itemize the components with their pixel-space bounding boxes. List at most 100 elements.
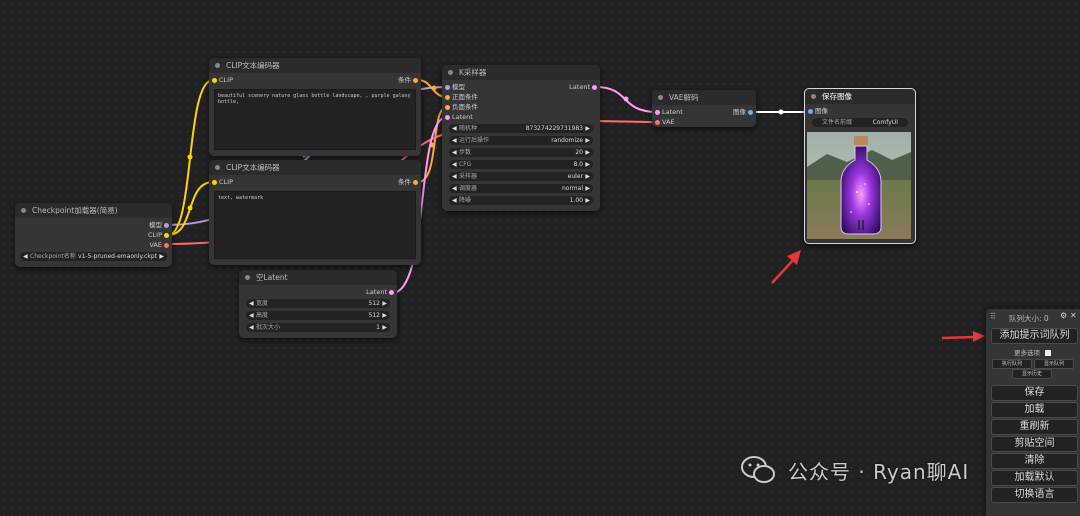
socket-icon[interactable]	[445, 85, 450, 90]
collapse-dot-icon[interactable]	[658, 95, 663, 100]
empty-latent-node[interactable]: 空Latent Latent ◀ 宽度 512 ▶ ◀ 高度 512 ▶ ◀ 批次大小 1 ▶	[239, 270, 397, 338]
widget-value: euler	[567, 173, 583, 180]
collapse-dot-icon[interactable]	[245, 275, 250, 280]
width-widget[interactable]: ◀ 宽度 512 ▶	[246, 299, 390, 308]
input-negative: 负面条件	[452, 103, 478, 111]
save-button[interactable]: 保存	[991, 385, 1078, 401]
node-header[interactable]: 空Latent	[239, 270, 397, 285]
view-history-button[interactable]: 显示历史	[1012, 369, 1052, 379]
node-header[interactable]: K采样器	[442, 65, 600, 80]
arrow-right-icon[interactable]: ▶	[585, 124, 590, 133]
input-clip: CLIP	[219, 76, 233, 84]
checkpoint-loader-node[interactable]: Checkpoint加载器(简易) 模型 CLIP VAE ◀ Checkpoi…	[15, 203, 172, 267]
arrow-left-icon[interactable]: ◀	[249, 311, 254, 320]
load-button[interactable]: 加载	[991, 402, 1078, 418]
checkpoint-name-widget[interactable]: ◀ Checkpoint名称 v1-5-pruned-emaonly.ckpt …	[20, 252, 167, 261]
switch-language-button[interactable]: 切换语言	[991, 487, 1078, 503]
view-queue-button[interactable]: 执行队列	[992, 359, 1032, 369]
arrow-left-icon[interactable]: ◀	[452, 160, 457, 169]
drag-handle-icon[interactable]: ⠿	[990, 312, 996, 321]
arrow-right-icon[interactable]: ▶	[585, 136, 590, 145]
arrow-left-icon[interactable]: ◀	[249, 299, 254, 308]
collapse-dot-icon[interactable]	[215, 63, 220, 68]
arrow-left-icon[interactable]: ◀	[452, 136, 457, 145]
socket-icon[interactable]	[445, 95, 450, 100]
node-header[interactable]: VAE解码	[652, 90, 756, 105]
socket-icon[interactable]	[164, 223, 169, 228]
arrow-right-icon[interactable]: ▶	[382, 323, 387, 332]
arrow-right-icon[interactable]: ▶	[159, 252, 164, 261]
output-latent: Latent	[569, 83, 590, 91]
socket-icon[interactable]	[212, 78, 217, 83]
arrow-left-icon[interactable]: ◀	[452, 172, 457, 181]
filename-prefix-widget[interactable]: 文件名前缀 ComfyUI	[812, 118, 908, 127]
socket-icon[interactable]	[655, 120, 660, 125]
socket-icon[interactable]	[655, 110, 660, 115]
arrow-right-icon[interactable]: ▶	[382, 299, 387, 308]
seed-widget[interactable]: ◀ 随机种 873274229731983 ▶	[449, 124, 593, 133]
cfg-widget[interactable]: ◀ CFG 8.0 ▶	[449, 160, 593, 169]
arrow-right-icon[interactable]: ▶	[585, 172, 590, 181]
close-icon[interactable]: ✕	[1070, 311, 1077, 320]
socket-icon[interactable]	[164, 243, 169, 248]
socket-icon[interactable]	[389, 290, 394, 295]
socket-icon[interactable]	[748, 110, 753, 115]
clip-text-encoder-positive-node[interactable]: CLIP文本编码器 CLIP 条件 beautiful scenery natu…	[209, 58, 421, 156]
node-header[interactable]: 保存图像	[805, 89, 915, 104]
ksampler-node[interactable]: K采样器 模型 正面条件 负面条件 Latent Latent ◀ 随机种 8732…	[442, 65, 600, 211]
prompt-textarea[interactable]: text, watermark	[214, 191, 416, 259]
collapse-dot-icon[interactable]	[21, 208, 26, 213]
batch-size-widget[interactable]: ◀ 批次大小 1 ▶	[246, 323, 390, 332]
socket-icon[interactable]	[413, 180, 418, 185]
arrow-left-icon[interactable]: ◀	[452, 196, 457, 205]
steps-widget[interactable]: ◀ 步数 20 ▶	[449, 148, 593, 157]
socket-icon[interactable]	[413, 78, 418, 83]
load-default-button[interactable]: 加载默认	[991, 470, 1078, 486]
collapse-dot-icon[interactable]	[811, 94, 816, 99]
arrow-left-icon[interactable]: ◀	[452, 124, 457, 133]
arrow-right-icon[interactable]: ▶	[585, 184, 590, 193]
socket-icon[interactable]	[445, 115, 450, 120]
node-header[interactable]: CLIP文本编码器	[209, 58, 421, 73]
control-after-generate-widget[interactable]: ◀ 运行后操作 randomize ▶	[449, 136, 593, 145]
widget-value: randomize	[551, 137, 583, 144]
sampler-widget[interactable]: ◀ 采样器 euler ▶	[449, 172, 593, 181]
extra-options-checkbox[interactable]	[1045, 350, 1052, 356]
socket-icon[interactable]	[592, 85, 597, 90]
arrow-right-icon[interactable]: ▶	[585, 148, 590, 157]
gear-icon[interactable]: ⚙	[1060, 311, 1067, 320]
socket-icon[interactable]	[164, 233, 169, 238]
arrow-left-icon[interactable]: ◀	[23, 252, 28, 261]
queue-menu-panel: ⠿ 队列大小: 0 ⚙ ✕ 添加提示词队列 更多选项 执行队列 显示队列 显示历…	[986, 309, 1080, 516]
arrow-right-icon[interactable]: ▶	[382, 311, 387, 320]
save-image-node[interactable]: 保存图像 图像 文件名前缀 ComfyUI	[804, 88, 916, 244]
socket-icon[interactable]	[212, 180, 217, 185]
arrow-left-icon[interactable]: ◀	[452, 148, 457, 157]
input-latent: Latent	[662, 108, 683, 116]
arrow-right-icon[interactable]: ▶	[585, 196, 590, 205]
arrow-right-icon[interactable]: ▶	[585, 160, 590, 169]
add-to-queue-button[interactable]: 添加提示词队列	[991, 328, 1078, 344]
input-clip: CLIP	[219, 178, 233, 186]
output-latent: Latent	[366, 288, 387, 296]
collapse-dot-icon[interactable]	[215, 165, 220, 170]
socket-icon[interactable]	[808, 109, 813, 114]
arrow-left-icon[interactable]: ◀	[452, 184, 457, 193]
clear-button[interactable]: 清除	[991, 453, 1078, 469]
clip-text-encoder-negative-node[interactable]: CLIP文本编码器 CLIP 条件 text, watermark	[209, 160, 421, 265]
collapse-dot-icon[interactable]	[448, 70, 453, 75]
node-header[interactable]: Checkpoint加载器(简易)	[15, 203, 172, 218]
socket-icon[interactable]	[445, 105, 450, 110]
view-queue2-button[interactable]: 显示队列	[1034, 359, 1074, 369]
arrow-left-icon[interactable]: ◀	[249, 323, 254, 332]
widget-value: 8.0	[573, 161, 583, 168]
prompt-textarea[interactable]: beautiful scenery nature glass bottle la…	[214, 89, 416, 150]
denoise-widget[interactable]: ◀ 降噪 1.00 ▶	[449, 196, 593, 205]
vae-decode-node[interactable]: VAE解码 Latent VAE 图像	[652, 90, 756, 127]
input-model: 模型	[452, 83, 465, 91]
scheduler-widget[interactable]: ◀ 调度器 normal ▶	[449, 184, 593, 193]
node-header[interactable]: CLIP文本编码器	[209, 160, 421, 175]
height-widget[interactable]: ◀ 高度 512 ▶	[246, 311, 390, 320]
clipspace-button[interactable]: 剪贴空间	[991, 436, 1078, 452]
refresh-button[interactable]: 重刷新	[991, 419, 1078, 435]
